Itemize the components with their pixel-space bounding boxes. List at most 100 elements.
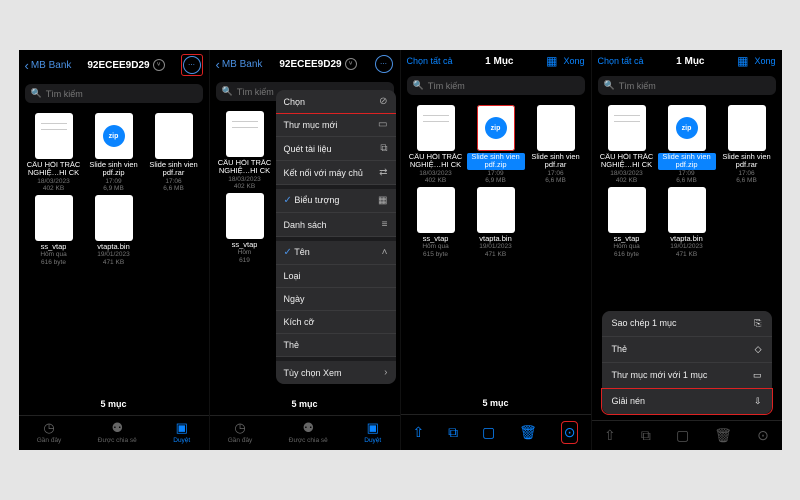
ellipsis-icon: ⋯ (183, 56, 201, 74)
chevron-down-icon[interactable]: ˅ (153, 59, 165, 71)
more-menu-button[interactable]: ⋯ (181, 54, 203, 76)
duplicate-icon[interactable]: ⧉ (641, 427, 651, 444)
tab-browse[interactable]: ▣Duyệt (173, 420, 190, 444)
done-button[interactable]: Xong (754, 56, 775, 66)
file-item[interactable]: vtapta.bin 19/01/2023 471 KB (467, 187, 525, 259)
file-item[interactable]: vtapta.bin 19/01/2023 471 KB (658, 187, 716, 259)
file-thumb[interactable] (35, 195, 73, 241)
tab-recent[interactable]: ◷Gần đây (228, 420, 253, 444)
nav-bar: ‹ MB Bank 92ECEE9D29 ˅ ⋯ (19, 50, 209, 80)
tab-shared[interactable]: ⚉Được chia sẻ (289, 420, 328, 444)
file-thumb[interactable] (95, 195, 133, 241)
clock-icon: ◷ (234, 420, 245, 436)
file-item[interactable]: CÂU HỎI TRẮC NGHIỆ…HI CK 18/03/2023 402 … (216, 111, 274, 191)
file-thumb-doc[interactable] (35, 113, 73, 159)
file-thumb-zip[interactable]: zip (95, 113, 133, 159)
tab-recent[interactable]: ◷Gần đây (37, 420, 62, 444)
file-thumb[interactable] (728, 105, 766, 151)
file-thumb[interactable] (226, 193, 264, 239)
file-name: Slide sinh vien pdf.zip (658, 153, 716, 170)
file-item[interactable]: Slide sinh vien pdf.rar 17:06 6,6 MB (718, 105, 776, 185)
more-icon[interactable]: ⊙ (561, 421, 579, 444)
search-input[interactable]: 🔍 Tìm kiếm (407, 76, 585, 95)
context-item-icon: ⇩ (754, 396, 762, 407)
file-item[interactable]: Slide sinh vien pdf.rar 17:06 6,6 MB (527, 105, 585, 185)
menu-item[interactable]: Thư mục mới ▭ (276, 113, 396, 137)
context-item[interactable]: Giải nén ⇩ (601, 388, 773, 415)
search-icon: 🔍 (413, 80, 424, 91)
file-item[interactable]: vtapta.bin 19/01/2023 471 KB (85, 195, 143, 267)
folder-icon: ▣ (176, 420, 188, 436)
file-thumb-zip[interactable]: zip (668, 105, 706, 151)
menu-item[interactable]: Kích cỡ (276, 311, 396, 334)
share-icon[interactable]: ⇧ (604, 427, 616, 444)
back-button[interactable]: ‹ MB Bank (216, 57, 263, 72)
context-item[interactable]: Thư mục mới với 1 mục ▭ (602, 363, 772, 389)
menu-item[interactable]: Danh sách ≡ (276, 213, 396, 237)
menu-item[interactable]: ✓ Biểu tượng ▦ (276, 189, 396, 213)
select-all-button[interactable]: Chọn tất cả (598, 56, 644, 66)
menu-item[interactable]: Loại (276, 265, 396, 288)
file-item[interactable]: zip Slide sinh vien pdf.zip 17:09 6,6 MB (658, 105, 716, 185)
menu-item[interactable]: Chọn ⊘ (276, 90, 396, 114)
context-item-icon: ◇ (755, 344, 762, 355)
menu-item[interactable]: Ngày (276, 288, 396, 311)
file-thumb-doc[interactable] (226, 111, 264, 157)
menu-item[interactable]: ✓ Tên ˄ (276, 241, 396, 265)
file-item[interactable]: zip Slide sinh vien pdf.zip 17:09 6,9 MB (85, 113, 143, 193)
search-icon: 🔍 (604, 80, 615, 91)
file-item[interactable]: CÂU HỎI TRẮC NGHIỆ…HI CK 18/03/2023 402 … (598, 105, 656, 185)
file-thumb[interactable] (155, 113, 193, 159)
tab-browse[interactable]: ▣Duyệt (364, 420, 381, 444)
search-input[interactable]: 🔍 Tìm kiếm (598, 76, 776, 95)
move-icon[interactable]: ▢ (482, 424, 495, 441)
menu-item-icon: ▭ (378, 119, 387, 130)
file-thumb[interactable] (608, 187, 646, 233)
done-button[interactable]: Xong (563, 56, 584, 66)
duplicate-icon[interactable]: ⧉ (448, 424, 458, 441)
menu-item[interactable]: Thẻ (276, 334, 396, 357)
share-icon[interactable]: ⇧ (412, 424, 424, 441)
tab-shared[interactable]: ⚉Được chia sẻ (98, 420, 137, 444)
menu-item[interactable]: Tùy chọn Xem › (276, 361, 396, 384)
context-item[interactable]: Thẻ ◇ (602, 337, 772, 363)
file-item[interactable]: Slide sinh vien pdf.rar 17:06 6,6 MB (145, 113, 203, 193)
file-thumb-doc[interactable] (608, 105, 646, 151)
file-thumb[interactable] (537, 105, 575, 151)
file-item[interactable]: ss_vtap Hôm qua 615 byte (407, 187, 465, 259)
file-size: 6,6 MB (545, 177, 566, 185)
file-item[interactable]: ss_vtap Hôm 619 (216, 193, 274, 265)
back-button[interactable]: ‹ MB Bank (25, 58, 72, 73)
selection-toolbar: ⇧ ⧉ ▢ 🗑 ⊙ (401, 414, 591, 450)
chevron-down-icon[interactable]: ˅ (345, 58, 357, 70)
menu-item[interactable]: Kết nối với máy chủ ⇄ (276, 161, 396, 185)
select-all-button[interactable]: Chọn tất cả (407, 56, 453, 66)
menu-item-icon: ▦ (378, 195, 387, 206)
file-item[interactable]: ss_vtap Hôm qua 616 byte (25, 195, 83, 267)
file-item[interactable]: ss_vtap Hôm qua 616 byte (598, 187, 656, 259)
file-thumb[interactable] (477, 187, 515, 233)
context-item[interactable]: Sao chép 1 mục ⎘ (602, 311, 772, 337)
search-input[interactable]: 🔍 Tìm kiếm (25, 84, 203, 103)
move-icon[interactable]: ▢ (676, 427, 689, 444)
file-thumb[interactable] (668, 187, 706, 233)
grid-icon[interactable]: ▦ (546, 54, 557, 68)
trash-icon[interactable]: 🗑 (519, 424, 537, 441)
file-item[interactable]: CÂU HỎI TRẮC NGHIỆ…HI CK 18/03/2023 402 … (25, 113, 83, 193)
file-thumb[interactable] (417, 187, 455, 233)
file-size: 616 byte (41, 259, 66, 267)
file-name: vtapta.bin (97, 243, 130, 251)
file-thumb-doc[interactable] (417, 105, 455, 151)
file-thumb-zip[interactable]: zip (477, 105, 515, 151)
selection-count: 1 Mục (644, 56, 738, 67)
trash-icon[interactable]: 🗑 (714, 427, 732, 444)
grid-icon[interactable]: ▦ (737, 54, 748, 68)
more-menu-button[interactable]: ⋯ (374, 54, 394, 74)
menu-item[interactable]: Quét tài liệu ⧉ (276, 137, 396, 161)
more-icon[interactable]: ⊙ (757, 427, 769, 444)
file-date: 19/01/2023 (670, 243, 703, 251)
file-item[interactable]: zip Slide sinh vien pdf.zip 17:09 6,9 MB (467, 105, 525, 185)
people-icon: ⚉ (111, 420, 123, 436)
file-date: 17:06 (547, 170, 563, 178)
file-item[interactable]: CÂU HỎI TRẮC NGHIỆ…HI CK 18/03/2023 402 … (407, 105, 465, 185)
